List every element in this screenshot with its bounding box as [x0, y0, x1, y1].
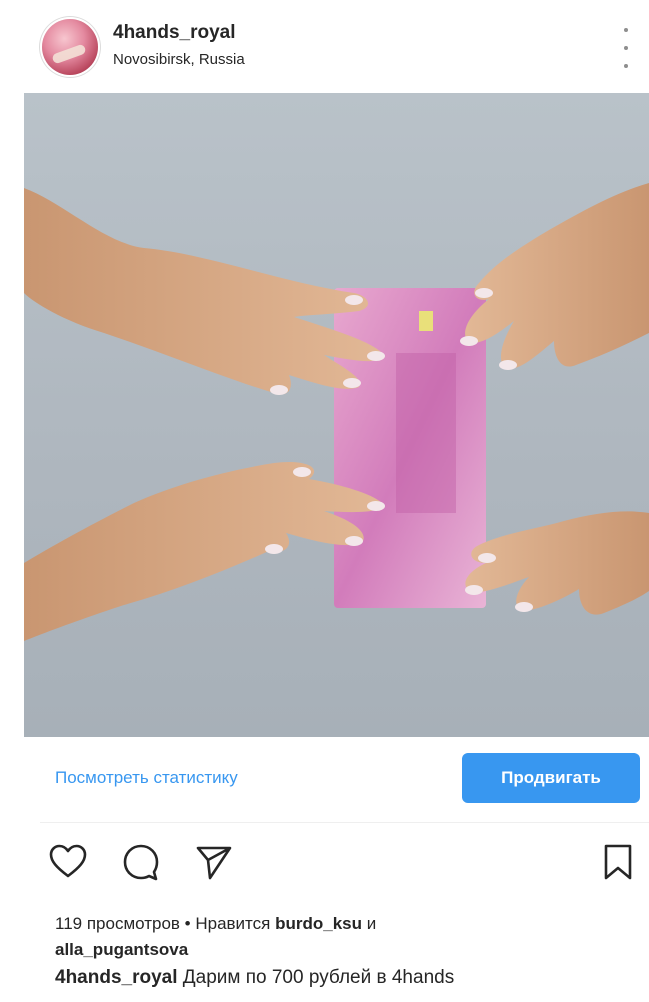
post-location[interactable]: Novosibirsk, Russia [113, 51, 245, 68]
caption-text: Дарим по 700 рублей в 4hands [177, 967, 455, 988]
liked-user-link[interactable]: alla_pugantsova [55, 940, 188, 959]
conjunction: и [362, 914, 377, 933]
post-username[interactable]: 4hands_royal [113, 22, 236, 44]
more-options-icon[interactable] [619, 28, 633, 68]
promo-row: Посмотреть статистику Продвигать [0, 740, 649, 820]
promote-button[interactable]: Продвигать [462, 753, 640, 803]
post-image-illustration [24, 183, 649, 641]
send-icon[interactable] [194, 842, 234, 882]
comment-icon[interactable] [121, 842, 161, 882]
divider [40, 822, 649, 823]
post-header: 4hands_royal Novosibirsk, Russia [0, 0, 649, 92]
post-caption: 4hands_royal Дарим по 700 рублей в 4hand… [55, 967, 649, 989]
views-count: 119 просмотров [55, 914, 180, 933]
post-image[interactable] [24, 93, 649, 737]
separator: • [179, 914, 196, 933]
bookmark-icon[interactable] [598, 842, 638, 882]
caption-author[interactable]: 4hands_royal [55, 967, 178, 988]
action-bar [0, 830, 649, 890]
likes-summary[interactable]: 119 просмотров • Нравится burdo_ksu и all… [55, 911, 635, 963]
avatar[interactable] [42, 19, 98, 75]
heart-icon[interactable] [48, 842, 88, 882]
liked-user-link[interactable]: burdo_ksu [275, 914, 362, 933]
view-insights-link[interactable]: Посмотреть статистику [55, 768, 238, 788]
liked-by-label: Нравится [195, 914, 276, 933]
